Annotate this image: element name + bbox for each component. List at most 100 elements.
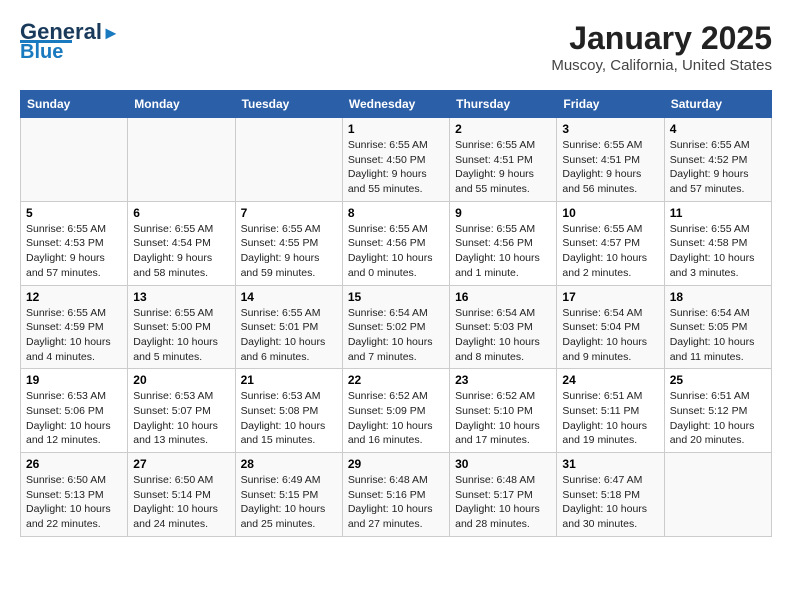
calendar-cell: 8 Sunrise: 6:55 AM Sunset: 4:56 PM Daylig… bbox=[342, 201, 449, 285]
day-content: Sunrise: 6:50 AM Sunset: 5:13 PM Dayligh… bbox=[26, 473, 122, 532]
calendar-cell bbox=[235, 118, 342, 202]
day-content: Sunrise: 6:52 AM Sunset: 5:10 PM Dayligh… bbox=[455, 389, 551, 448]
day-content: Sunrise: 6:55 AM Sunset: 5:00 PM Dayligh… bbox=[133, 306, 229, 365]
calendar-cell: 25 Sunrise: 6:51 AM Sunset: 5:12 PM Dayli… bbox=[664, 369, 771, 453]
calendar-cell: 6 Sunrise: 6:55 AM Sunset: 4:54 PM Daylig… bbox=[128, 201, 235, 285]
calendar-cell: 23Sunrise: 6:52 AM Sunset: 5:10 PM Dayli… bbox=[450, 369, 557, 453]
weekday-header: Friday bbox=[557, 91, 664, 118]
day-number: 21 bbox=[241, 373, 337, 387]
day-number: 30 bbox=[455, 457, 551, 471]
calendar-cell: 9Sunrise: 6:55 AM Sunset: 4:56 PM Daylig… bbox=[450, 201, 557, 285]
page-header: General► Blue January 2025 Muscoy, Calif… bbox=[20, 20, 772, 74]
day-number: 16 bbox=[455, 290, 551, 304]
day-number: 2 bbox=[455, 122, 551, 136]
day-content: Sunrise: 6:50 AM Sunset: 5:14 PM Dayligh… bbox=[133, 473, 229, 532]
day-content: Sunrise: 6:55 AM Sunset: 4:54 PM Dayligh… bbox=[133, 222, 229, 281]
day-number: 11 bbox=[670, 206, 766, 220]
day-number: 12 bbox=[26, 290, 122, 304]
day-number: 6 bbox=[133, 206, 229, 220]
title-block: January 2025 Muscoy, California, United … bbox=[551, 20, 772, 74]
day-content: Sunrise: 6:47 AM Sunset: 5:18 PM Dayligh… bbox=[562, 473, 658, 532]
day-content: Sunrise: 6:55 AM Sunset: 4:52 PM Dayligh… bbox=[670, 138, 766, 197]
day-number: 25 bbox=[670, 373, 766, 387]
day-content: Sunrise: 6:54 AM Sunset: 5:04 PM Dayligh… bbox=[562, 306, 658, 365]
day-content: Sunrise: 6:48 AM Sunset: 5:17 PM Dayligh… bbox=[455, 473, 551, 532]
day-content: Sunrise: 6:55 AM Sunset: 5:01 PM Dayligh… bbox=[241, 306, 337, 365]
day-number: 7 bbox=[241, 206, 337, 220]
calendar-cell: 27 Sunrise: 6:50 AM Sunset: 5:14 PM Dayli… bbox=[128, 453, 235, 537]
day-content: Sunrise: 6:53 AM Sunset: 5:07 PM Dayligh… bbox=[133, 389, 229, 448]
day-number: 24 bbox=[562, 373, 658, 387]
calendar-cell: 26 Sunrise: 6:50 AM Sunset: 5:13 PM Dayli… bbox=[21, 453, 128, 537]
calendar-cell: 4 Sunrise: 6:55 AM Sunset: 4:52 PM Daylig… bbox=[664, 118, 771, 202]
calendar-cell: 3Sunrise: 6:55 AM Sunset: 4:51 PM Daylig… bbox=[557, 118, 664, 202]
calendar-cell: 11 Sunrise: 6:55 AM Sunset: 4:58 PM Dayli… bbox=[664, 201, 771, 285]
calendar-cell: 7 Sunrise: 6:55 AM Sunset: 4:55 PM Daylig… bbox=[235, 201, 342, 285]
day-number: 17 bbox=[562, 290, 658, 304]
day-content: Sunrise: 6:55 AM Sunset: 4:58 PM Dayligh… bbox=[670, 222, 766, 281]
calendar-week-row: 5 Sunrise: 6:55 AM Sunset: 4:53 PM Daylig… bbox=[21, 201, 772, 285]
calendar-cell: 5 Sunrise: 6:55 AM Sunset: 4:53 PM Daylig… bbox=[21, 201, 128, 285]
day-number: 9 bbox=[455, 206, 551, 220]
day-content: Sunrise: 6:48 AM Sunset: 5:16 PM Dayligh… bbox=[348, 473, 444, 532]
weekday-header: Thursday bbox=[450, 91, 557, 118]
calendar-cell: 18 Sunrise: 6:54 AM Sunset: 5:05 PM Dayli… bbox=[664, 285, 771, 369]
calendar-cell: 28 Sunrise: 6:49 AM Sunset: 5:15 PM Dayli… bbox=[235, 453, 342, 537]
day-content: Sunrise: 6:55 AM Sunset: 4:51 PM Dayligh… bbox=[562, 138, 658, 197]
weekday-header-row: SundayMondayTuesdayWednesdayThursdayFrid… bbox=[21, 91, 772, 118]
day-content: Sunrise: 6:49 AM Sunset: 5:15 PM Dayligh… bbox=[241, 473, 337, 532]
day-content: Sunrise: 6:55 AM Sunset: 4:57 PM Dayligh… bbox=[562, 222, 658, 281]
calendar-cell: 31 Sunrise: 6:47 AM Sunset: 5:18 PM Dayli… bbox=[557, 453, 664, 537]
day-content: Sunrise: 6:53 AM Sunset: 5:08 PM Dayligh… bbox=[241, 389, 337, 448]
weekday-header: Saturday bbox=[664, 91, 771, 118]
calendar-cell: 15 Sunrise: 6:54 AM Sunset: 5:02 PM Dayli… bbox=[342, 285, 449, 369]
day-content: Sunrise: 6:51 AM Sunset: 5:11 PM Dayligh… bbox=[562, 389, 658, 448]
day-number: 28 bbox=[241, 457, 337, 471]
day-content: Sunrise: 6:55 AM Sunset: 4:56 PM Dayligh… bbox=[348, 222, 444, 281]
day-number: 1 bbox=[348, 122, 444, 136]
calendar-cell: 10 Sunrise: 6:55 AM Sunset: 4:57 PM Dayli… bbox=[557, 201, 664, 285]
day-number: 15 bbox=[348, 290, 444, 304]
calendar-cell: 1 Sunrise: 6:55 AM Sunset: 4:50 PM Daylig… bbox=[342, 118, 449, 202]
day-number: 13 bbox=[133, 290, 229, 304]
logo-blue: Blue bbox=[20, 41, 63, 64]
day-number: 4 bbox=[670, 122, 766, 136]
page-title: January 2025 bbox=[551, 20, 772, 57]
day-number: 27 bbox=[133, 457, 229, 471]
calendar-cell: 29 Sunrise: 6:48 AM Sunset: 5:16 PM Dayli… bbox=[342, 453, 449, 537]
calendar-cell: 21 Sunrise: 6:53 AM Sunset: 5:08 PM Dayli… bbox=[235, 369, 342, 453]
day-content: Sunrise: 6:55 AM Sunset: 4:51 PM Dayligh… bbox=[455, 138, 551, 197]
day-number: 5 bbox=[26, 206, 122, 220]
day-number: 29 bbox=[348, 457, 444, 471]
weekday-header: Monday bbox=[128, 91, 235, 118]
calendar-cell bbox=[21, 118, 128, 202]
day-content: Sunrise: 6:52 AM Sunset: 5:09 PM Dayligh… bbox=[348, 389, 444, 448]
weekday-header: Tuesday bbox=[235, 91, 342, 118]
day-number: 18 bbox=[670, 290, 766, 304]
day-content: Sunrise: 6:55 AM Sunset: 4:53 PM Dayligh… bbox=[26, 222, 122, 281]
day-content: Sunrise: 6:54 AM Sunset: 5:03 PM Dayligh… bbox=[455, 306, 551, 365]
day-content: Sunrise: 6:55 AM Sunset: 4:55 PM Dayligh… bbox=[241, 222, 337, 281]
calendar-cell: 13 Sunrise: 6:55 AM Sunset: 5:00 PM Dayli… bbox=[128, 285, 235, 369]
day-content: Sunrise: 6:55 AM Sunset: 4:59 PM Dayligh… bbox=[26, 306, 122, 365]
day-number: 20 bbox=[133, 373, 229, 387]
day-number: 26 bbox=[26, 457, 122, 471]
day-content: Sunrise: 6:55 AM Sunset: 4:50 PM Dayligh… bbox=[348, 138, 444, 197]
calendar-cell: 17 Sunrise: 6:54 AM Sunset: 5:04 PM Dayli… bbox=[557, 285, 664, 369]
calendar-cell: 30 Sunrise: 6:48 AM Sunset: 5:17 PM Dayli… bbox=[450, 453, 557, 537]
day-number: 8 bbox=[348, 206, 444, 220]
calendar-cell: 19Sunrise: 6:53 AM Sunset: 5:06 PM Dayli… bbox=[21, 369, 128, 453]
page-subtitle: Muscoy, California, United States bbox=[551, 57, 772, 74]
day-content: Sunrise: 6:53 AM Sunset: 5:06 PM Dayligh… bbox=[26, 389, 122, 448]
weekday-header: Sunday bbox=[21, 91, 128, 118]
day-number: 31 bbox=[562, 457, 658, 471]
day-content: Sunrise: 6:54 AM Sunset: 5:05 PM Dayligh… bbox=[670, 306, 766, 365]
calendar-cell bbox=[128, 118, 235, 202]
calendar-week-row: 12 Sunrise: 6:55 AM Sunset: 4:59 PM Dayli… bbox=[21, 285, 772, 369]
day-content: Sunrise: 6:51 AM Sunset: 5:12 PM Dayligh… bbox=[670, 389, 766, 448]
calendar-cell: 12 Sunrise: 6:55 AM Sunset: 4:59 PM Dayli… bbox=[21, 285, 128, 369]
calendar-cell: 20 Sunrise: 6:53 AM Sunset: 5:07 PM Dayli… bbox=[128, 369, 235, 453]
day-content: Sunrise: 6:54 AM Sunset: 5:02 PM Dayligh… bbox=[348, 306, 444, 365]
weekday-header: Wednesday bbox=[342, 91, 449, 118]
day-number: 10 bbox=[562, 206, 658, 220]
